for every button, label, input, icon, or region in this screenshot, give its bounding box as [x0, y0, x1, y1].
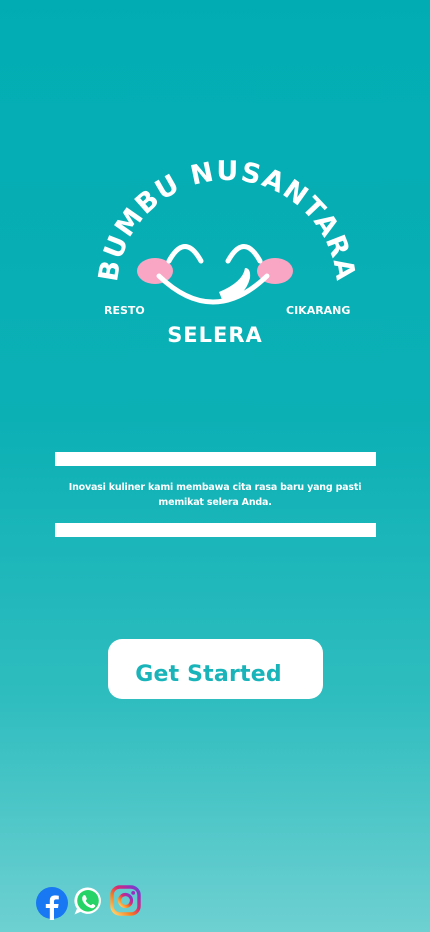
- whatsapp-icon[interactable]: [73, 886, 103, 916]
- logo-tongue: [219, 268, 251, 302]
- instagram-icon[interactable]: [110, 885, 141, 916]
- logo-bottom-text: SELERA: [167, 323, 263, 347]
- tagline-top-bar: [55, 452, 376, 466]
- brand-logo: BUMBU NUSANTARA RESTO CIKARANG SELERA: [95, 150, 357, 360]
- get-started-button[interactable]: Get Started: [108, 639, 323, 699]
- logo-right-eye: [225, 244, 263, 264]
- tagline-text: Inovasi kuliner kami membawa cita rasa b…: [68, 482, 362, 508]
- get-started-label: Get Started: [135, 661, 282, 687]
- logo-right-text: CIKARANG: [286, 304, 350, 317]
- logo-smile: [156, 273, 270, 305]
- logo-arc-text: BUMBU NUSANTARA: [95, 156, 357, 284]
- tagline-bottom-bar: [55, 523, 376, 537]
- facebook-icon[interactable]: [35, 886, 69, 920]
- logo-left-text: RESTO: [104, 304, 145, 317]
- logo-left-eye: [166, 244, 204, 264]
